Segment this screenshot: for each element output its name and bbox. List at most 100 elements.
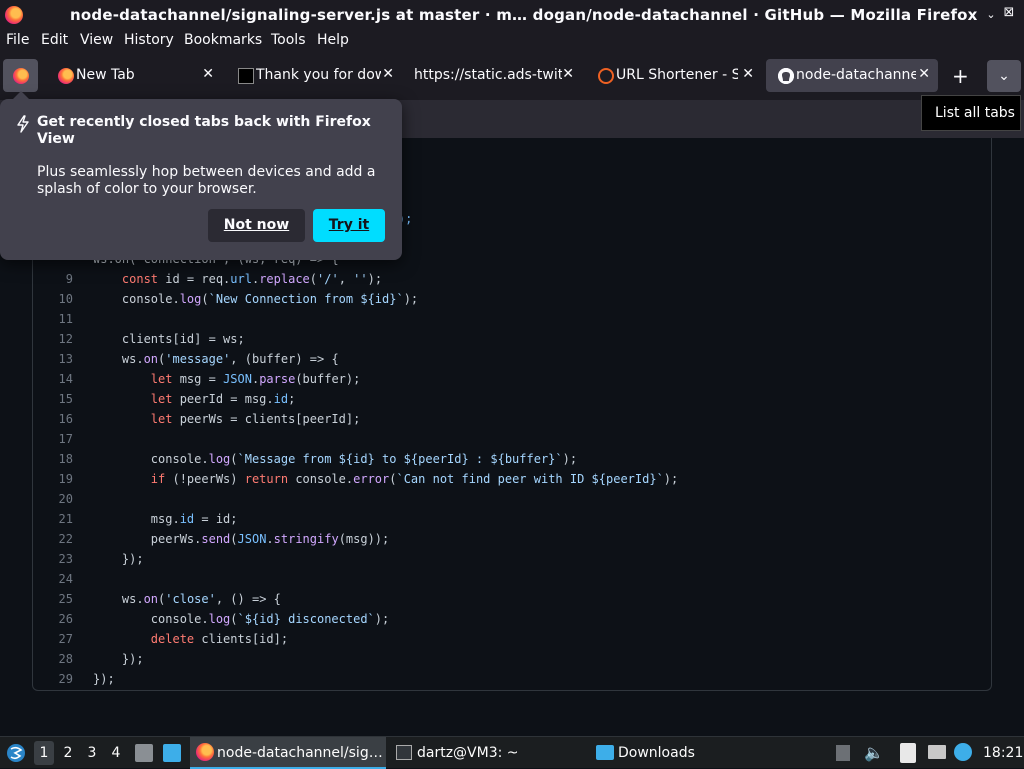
code-text: delete clients[id]; xyxy=(150,632,289,646)
menu-file[interactable]: File xyxy=(6,32,29,48)
taskbar-app-label: dartz@VM3: ~ xyxy=(417,745,519,761)
clipboard-icon[interactable] xyxy=(900,743,916,763)
menu-help[interactable]: Help xyxy=(317,32,349,48)
line-number[interactable]: 23 xyxy=(33,549,73,569)
terminal-icon xyxy=(396,745,412,760)
window-title: node-datachannel/signaling-server.js at … xyxy=(70,6,978,24)
tab-node-datachannel[interactable]: node-datachannel ✕ xyxy=(766,59,938,92)
code-line: 28 }); xyxy=(33,649,991,669)
try-it-button[interactable]: Try it xyxy=(313,209,385,242)
line-number[interactable]: 22 xyxy=(33,529,73,549)
line-number[interactable]: 29 xyxy=(33,669,73,689)
code-text: ws.on('message', (buffer) => { xyxy=(93,352,339,366)
close-tab-icon[interactable]: ✕ xyxy=(918,66,930,82)
code-line: 24 xyxy=(33,569,991,589)
line-number[interactable]: 13 xyxy=(33,349,73,369)
line-number[interactable]: 26 xyxy=(33,609,73,629)
line-number[interactable]: 27 xyxy=(33,629,73,649)
code-line: 21 msg.id = id; xyxy=(33,509,991,529)
firefox-view-button[interactable] xyxy=(3,59,38,92)
minimize-icon[interactable]: ⌄ xyxy=(984,8,998,22)
display-icon[interactable] xyxy=(928,745,946,759)
not-now-button[interactable]: Not now xyxy=(208,209,305,242)
file-manager-launcher-icon[interactable] xyxy=(135,744,153,762)
tab-bar: New Tab ✕ Thank you for dow ✕ https://st… xyxy=(0,52,1024,100)
app-menu-icon[interactable] xyxy=(6,743,26,763)
tab-thank-you[interactable]: Thank you for dow ✕ xyxy=(226,59,402,92)
code-text: let peerId = msg.id; xyxy=(150,392,296,406)
code-text: let msg = JSON.parse(buffer); xyxy=(150,372,361,386)
workspace-3[interactable]: 3 xyxy=(82,741,102,765)
terminal-icon xyxy=(238,68,254,84)
line-number[interactable]: 28 xyxy=(33,649,73,669)
code-text: ws.on('close', () => { xyxy=(93,592,281,606)
menu-tools[interactable]: Tools xyxy=(271,32,306,48)
code-line: 29}); xyxy=(33,669,991,689)
code-line: 27 delete clients[id]; xyxy=(33,629,991,649)
close-tab-icon[interactable]: ✕ xyxy=(202,66,214,82)
line-number[interactable]: 11 xyxy=(33,309,73,329)
tab-new-tab[interactable]: New Tab ✕ xyxy=(46,59,222,92)
code-line: 17 xyxy=(33,429,991,449)
close-tab-icon[interactable]: ✕ xyxy=(562,66,574,82)
firefox-icon xyxy=(196,743,214,761)
tab-static-ads[interactable]: https://static.ads-twit ✕ xyxy=(406,59,582,92)
code-line: 25 ws.on('close', () => { xyxy=(33,589,991,609)
line-number[interactable]: 17 xyxy=(33,429,73,449)
line-number[interactable]: 10 xyxy=(33,289,73,309)
line-number[interactable]: 14 xyxy=(33,369,73,389)
system-tray-updates-icon[interactable] xyxy=(836,745,850,761)
line-number[interactable]: 18 xyxy=(33,449,73,469)
code-line: 23 }); xyxy=(33,549,991,569)
new-tab-plus-icon[interactable]: + xyxy=(952,66,969,86)
line-number[interactable]: 24 xyxy=(33,569,73,589)
taskbar-app-terminal[interactable]: dartz@VM3: ~ xyxy=(390,737,586,769)
close-tab-icon[interactable]: ✕ xyxy=(382,66,394,82)
firefox-icon xyxy=(58,68,74,84)
line-number[interactable]: 16 xyxy=(33,409,73,429)
not-now-label: Not now xyxy=(223,217,290,233)
line-number[interactable]: 20 xyxy=(33,489,73,509)
line-number[interactable]: 19 xyxy=(33,469,73,489)
code-text: peerWs.send(JSON.stringify(msg)); xyxy=(93,532,390,546)
taskbar-app-label: Downloads xyxy=(618,745,695,761)
workspace-2[interactable]: 2 xyxy=(58,741,78,765)
callout-title: Get recently closed tabs back with Firef… xyxy=(37,114,371,147)
line-number[interactable]: 9 xyxy=(33,269,73,289)
network-icon[interactable] xyxy=(954,743,972,761)
code-line: 18 console.log(`Message from ${id} to ${… xyxy=(33,449,991,469)
menu-bookmarks[interactable]: Bookmarks xyxy=(184,32,262,48)
tab-label: URL Shortener - Sh xyxy=(616,67,738,83)
taskbar-app-downloads[interactable]: Downloads xyxy=(590,737,786,769)
line-number[interactable]: 15 xyxy=(33,389,73,409)
line-number[interactable]: 21 xyxy=(33,509,73,529)
code-line: 16 let peerWs = clients[peerId]; xyxy=(33,409,991,429)
code-line: 20 xyxy=(33,489,991,509)
firefox-view-feature-callout: Get recently closed tabs back with Firef… xyxy=(0,91,402,260)
github-icon xyxy=(778,68,794,84)
code-line: 10 console.log(`New Connection from ${id… xyxy=(33,289,991,309)
line-number[interactable]: 25 xyxy=(33,589,73,609)
tab-label: Thank you for dow xyxy=(256,67,381,83)
volume-icon[interactable]: 🔈 xyxy=(864,743,884,762)
tab-label: https://static.ads-twit xyxy=(414,67,562,83)
code-line: 14 let msg = JSON.parse(buffer); xyxy=(33,369,991,389)
code-line: 11 xyxy=(33,309,991,329)
menu-edit[interactable]: Edit xyxy=(41,32,68,48)
line-number[interactable]: 12 xyxy=(33,329,73,349)
tab-url-shortener[interactable]: URL Shortener - Sh ✕ xyxy=(586,59,762,92)
code-text: }); xyxy=(93,552,144,566)
close-tab-icon[interactable]: ✕ xyxy=(742,66,754,82)
code-text: let peerWs = clients[peerId]; xyxy=(150,412,361,426)
close-window-icon[interactable]: ⊠ xyxy=(1002,6,1016,20)
taskbar-app-firefox[interactable]: node-datachannel/sig… xyxy=(190,737,386,769)
code-text: const id = req.url.replace('/', ''); xyxy=(121,272,383,286)
list-all-tabs-button[interactable]: ⌄ xyxy=(987,60,1021,92)
workspace-1[interactable]: 1 xyxy=(34,741,54,765)
menu-view[interactable]: View xyxy=(80,32,113,48)
menu-history[interactable]: History xyxy=(124,32,174,48)
workspace-4[interactable]: 4 xyxy=(106,741,126,765)
show-desktop-icon[interactable] xyxy=(163,744,181,762)
code-line: 19 if (!peerWs) return console.error(`Ca… xyxy=(33,469,991,489)
list-all-tabs-tooltip: List all tabs xyxy=(921,95,1021,131)
